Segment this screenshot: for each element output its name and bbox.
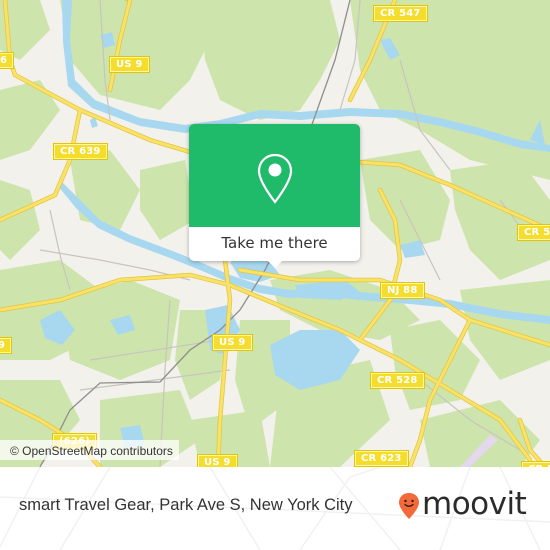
road-label-cr639: CR 639	[53, 143, 108, 160]
location-popup: Take me there	[189, 124, 360, 268]
moovit-pin-smile-icon	[399, 493, 419, 519]
road-label-cr623: CR 623	[354, 450, 409, 467]
place-name: smart Travel Gear, Park Ave S, New York …	[19, 496, 353, 514]
road-label-us9-bottom: US 9	[197, 454, 238, 467]
map[interactable]: CR 547 US 9 6 CR 639 CR 52 NJ 88 US 9 CR…	[0, 0, 550, 467]
road-label-nj88: NJ 88	[380, 282, 425, 299]
road-label-cr528: CR 528	[370, 372, 425, 389]
moovit-wordmark: moovit	[422, 486, 527, 522]
popup-header	[189, 124, 360, 227]
road-label-cr52: CR 52	[516, 224, 550, 241]
map-attribution[interactable]: © OpenStreetMap contributors	[0, 440, 179, 460]
road-label-cr547: CR 547	[373, 5, 428, 22]
road-label-edge-mid: 9	[0, 337, 13, 354]
popup-tail	[266, 259, 284, 268]
road-label-us9: US 9	[109, 56, 150, 73]
road-label-edge: 6	[0, 52, 15, 69]
take-me-there-button[interactable]: Take me there	[189, 227, 360, 261]
attribution-text: © OpenStreetMap contributors	[10, 444, 173, 458]
road-label-us9-mid: US 9	[212, 334, 253, 351]
footer: smart Travel Gear, Park Ave S, New York …	[0, 467, 550, 550]
map-pin-icon	[257, 153, 293, 204]
